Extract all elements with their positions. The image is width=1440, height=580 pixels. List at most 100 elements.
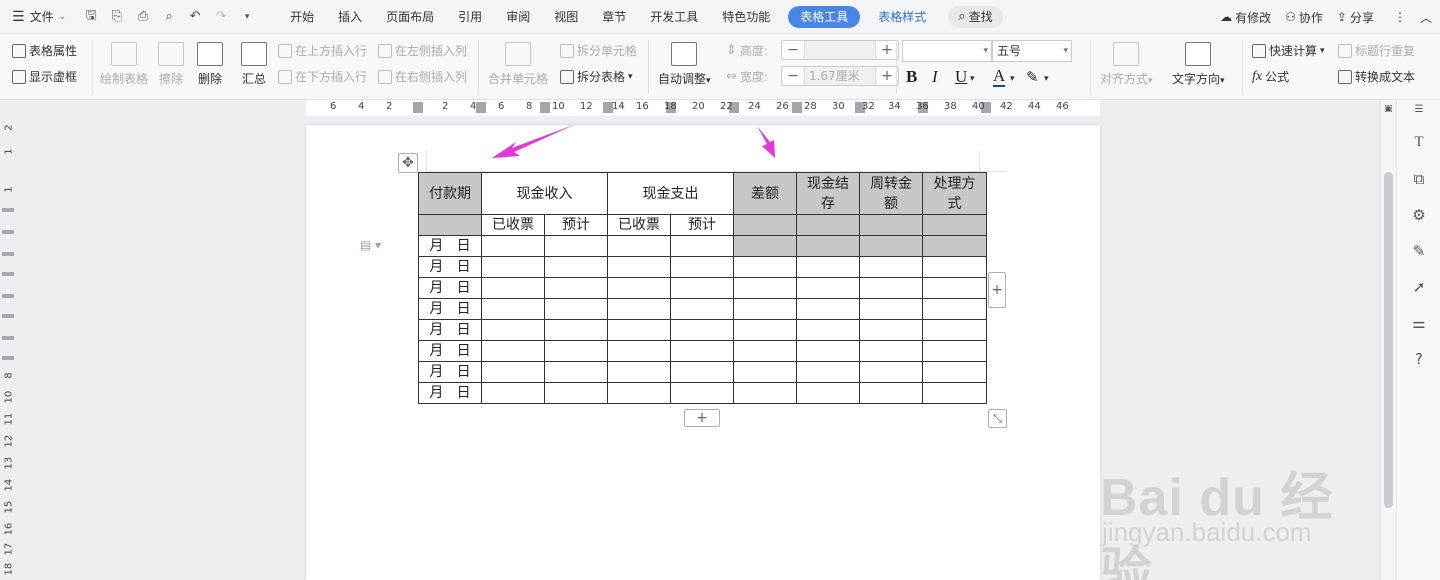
table-cell[interactable] [922,340,987,362]
merge-cells-button[interactable]: 合并单元格 [488,42,548,87]
table-cell[interactable] [859,277,923,299]
tab-table-style[interactable]: 表格样式 [866,0,938,34]
table-header-cell[interactable]: 现金结存 [796,172,860,215]
table-header-cell[interactable]: 付款期 [418,172,482,215]
table-cell[interactable] [922,256,987,278]
table-cell[interactable] [607,382,671,404]
vertical-scrollbar[interactable]: ▣ [1380,100,1396,580]
table-cell[interactable] [859,298,923,320]
table-cell[interactable] [670,298,734,320]
table-date-cell[interactable]: 月 日 [418,340,482,362]
delete-button[interactable]: 删除 [197,42,223,87]
table-cell[interactable] [481,277,545,299]
insert-right-button[interactable]: 在右侧插入列 [378,68,467,85]
table-cell[interactable] [670,277,734,299]
table-cell[interactable] [607,256,671,278]
table-cell[interactable] [481,361,545,383]
font-family-select[interactable]: ▾ [902,40,992,62]
table-cell[interactable] [481,256,545,278]
ruler-marker[interactable] [2,252,14,256]
table-cell[interactable] [481,319,545,341]
table-date-cell[interactable]: 月 日 [418,382,482,404]
height-value[interactable] [804,41,876,59]
table-cell[interactable] [481,298,545,320]
save-icon[interactable]: 🖫 [80,6,102,28]
tab-page-layout[interactable]: 页面布局 [374,0,446,34]
tab-insert[interactable]: 插入 [326,0,374,34]
table-cell[interactable] [859,361,923,383]
print-icon[interactable]: ⎙ [132,6,154,28]
to-text-button[interactable]: 转换成文本 [1338,68,1415,85]
table-cell[interactable] [607,319,671,341]
highlight-icon[interactable]: ✎ [1026,68,1039,87]
table-cell[interactable] [544,235,608,257]
table-date-cell[interactable]: 月 日 [418,319,482,341]
table-cell[interactable] [922,361,987,383]
tab-developer[interactable]: 开发工具 [638,0,710,34]
repeat-header-button[interactable]: 标题行重复 [1338,42,1415,59]
search-box[interactable]: ⌕ 查找 [948,5,1003,28]
split-cells-button[interactable]: 拆分单元格 [560,42,637,59]
pen-icon[interactable]: ✎ [1409,242,1429,262]
table-cell[interactable] [733,277,797,299]
italic-icon[interactable]: I [932,67,938,87]
underline-icon[interactable]: U [955,67,967,87]
table-cell[interactable] [733,361,797,383]
table-cell[interactable] [544,340,608,362]
ruler-marker[interactable] [2,294,14,298]
table-cell[interactable] [481,340,545,362]
erase-button[interactable]: 擦除 [158,42,184,87]
redo-icon[interactable]: ↷ [210,6,232,28]
table-header-cell[interactable]: 周转金额 [859,172,923,215]
table-cell[interactable] [922,277,987,299]
print-preview-icon[interactable]: ⌕ [158,6,180,28]
tab-view[interactable]: 视图 [542,0,590,34]
page-nav-icon[interactable]: ▣ [1384,104,1393,114]
table-cell[interactable] [796,235,860,257]
table-cell[interactable] [859,256,923,278]
width-stepper[interactable]: −1.67厘米 + [781,66,899,86]
width-value[interactable]: 1.67厘米 [804,67,876,85]
cursor-icon[interactable]: ➚ [1409,278,1429,298]
add-column-button[interactable]: + [988,272,1006,308]
ruler-marker[interactable] [2,208,14,212]
table-cell[interactable] [418,214,482,236]
table-header-cell[interactable]: 现金收入 [481,172,608,215]
summary-button[interactable]: 汇总 [241,42,267,87]
tab-review[interactable]: 审阅 [494,0,542,34]
table-cell[interactable] [922,235,987,257]
table-cell[interactable] [670,256,734,278]
table-cell[interactable] [544,319,608,341]
ruler-marker[interactable] [2,336,14,340]
table-date-cell[interactable]: 月 日 [418,256,482,278]
chevron-down-icon[interactable]: ▾ [970,74,975,84]
table-cell[interactable] [859,382,923,404]
table-cell[interactable] [607,340,671,362]
ruler-marker[interactable] [413,102,423,113]
height-stepper[interactable]: − + [781,40,899,60]
adjust-sliders-icon[interactable]: ⚌ [1409,314,1429,334]
table-subheader-cell[interactable]: 已收票 [481,214,545,236]
table-cell[interactable] [607,235,671,257]
tab-references[interactable]: 引用 [446,0,494,34]
bold-icon[interactable]: B [906,67,917,87]
document-tool-icon[interactable]: ⧉ [1409,170,1429,190]
ruler-marker[interactable] [2,272,14,276]
table-cell[interactable] [733,382,797,404]
tab-home[interactable]: 开始 [278,0,326,34]
help-icon[interactable]: ? [1409,350,1429,370]
chevron-down-icon[interactable]: ▾ [1010,74,1015,84]
ruler-marker[interactable] [792,102,802,113]
table-date-cell[interactable]: 月 日 [418,277,482,299]
table-cell[interactable] [733,319,797,341]
scrollbar-thumb[interactable] [1384,172,1393,508]
ruler-marker[interactable] [2,314,14,318]
changes-button[interactable]: ☁ 有修改 [1220,9,1271,26]
insert-above-button[interactable]: 在上方插入行 [278,42,367,59]
table-cell[interactable] [859,340,923,362]
table-cell[interactable] [481,382,545,404]
align-button[interactable]: 对齐方式▾ [1100,42,1153,87]
cash-flow-table[interactable]: 付款期 现金收入 现金支出 差额 现金结存 周转金额 处理方式 已收票 预计 已… [418,172,987,404]
table-cell[interactable] [544,298,608,320]
table-cell[interactable] [796,340,860,362]
